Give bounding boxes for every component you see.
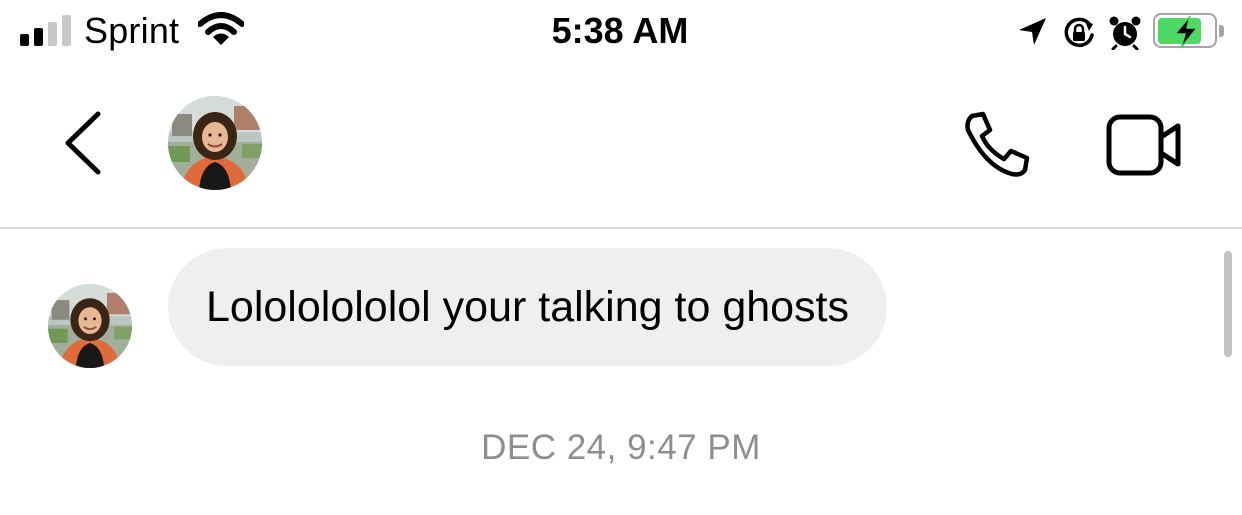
message-text: Lolololololol your talking to ghosts: [206, 282, 850, 331]
status-time: 5:38 AM: [551, 10, 689, 51]
carrier-name: Sprint: [84, 10, 180, 51]
back-button[interactable]: [60, 110, 106, 176]
status-bar: Sprint 5:38 AM: [0, 0, 1242, 66]
sender-avatar[interactable]: [48, 284, 132, 368]
location-arrow-icon: [1019, 18, 1046, 45]
cellular-signal-icon: [20, 14, 72, 46]
rotation-lock-icon: [1064, 17, 1094, 48]
scrollbar[interactable]: [1224, 251, 1232, 357]
alarm-icon: [1109, 16, 1141, 50]
battery-charging-icon: [1153, 13, 1225, 49]
phone-call-button[interactable]: [962, 110, 1032, 178]
video-call-button[interactable]: [1106, 114, 1182, 176]
chat-header: [0, 66, 1242, 229]
incoming-message-bubble[interactable]: Lolololololol your talking to ghosts: [168, 248, 888, 366]
message-timestamp: DEC 24, 9:47 PM: [481, 428, 761, 467]
wifi-icon: [198, 12, 244, 45]
contact-avatar[interactable]: [168, 96, 262, 190]
